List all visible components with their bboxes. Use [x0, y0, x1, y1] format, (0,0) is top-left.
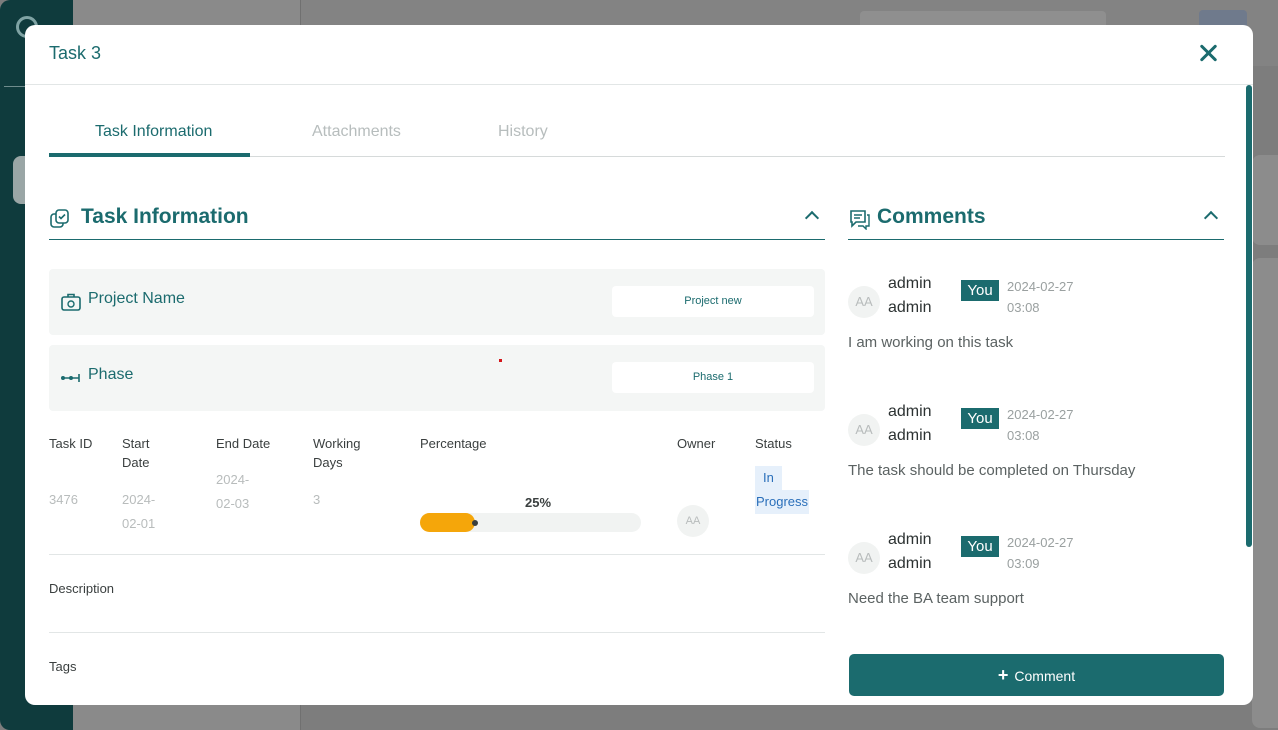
percentage-label: 25% [525, 495, 552, 510]
task-id-value: 3476 [49, 492, 78, 507]
tags-label: Tags [49, 659, 77, 674]
task-information-title: Task Information [81, 205, 249, 228]
divider [49, 632, 825, 633]
tab-history[interactable]: History [498, 123, 548, 141]
working-days-value: 3 [313, 492, 321, 507]
status-text-line2: Progress [755, 490, 810, 514]
avatar: AA [848, 414, 880, 446]
phase-value: Phase 1 [612, 362, 814, 393]
comment-text: I am working on this task [848, 334, 1014, 351]
comment-author: admin admin [888, 403, 932, 444]
col-percentage: Percentage [420, 436, 487, 451]
add-comment-label: Comment [1014, 668, 1076, 684]
scrollbar[interactable] [1246, 85, 1252, 547]
progress-knob [472, 520, 478, 526]
phase-row: Phase Phase 1 [49, 345, 825, 411]
description-label: Description [49, 581, 115, 596]
col-status: Status [755, 436, 792, 451]
phase-icon [61, 374, 80, 382]
col-end-date: End Date [216, 436, 271, 451]
project-name-row: Project Name Project new [49, 269, 825, 335]
active-tab-indicator [49, 153, 250, 157]
col-task-id: Task ID [49, 436, 93, 451]
avatar: AA [848, 542, 880, 574]
comment-item: AA admin admin You 2024-02-27 03:08 The … [848, 403, 1224, 517]
project-name-label: Project Name [88, 290, 185, 307]
tab-bar: Task Information Attachments History [49, 113, 1225, 157]
divider [49, 554, 825, 555]
comment-author: admin admin [888, 531, 932, 572]
comment-item: AA admin admin You 2024-02-27 03:08 I am… [848, 275, 1224, 389]
task-information-header: Task Information [49, 203, 825, 240]
plus-icon: + [997, 665, 1009, 685]
col-owner: Owner [677, 436, 716, 451]
col-working-days: Working Days [313, 436, 361, 470]
comment-timestamp: 2024-02-27 03:08 [1007, 407, 1074, 443]
tab-task-information[interactable]: Task Information [95, 123, 212, 141]
status-text-line1: In [755, 466, 782, 490]
close-icon[interactable] [1199, 43, 1219, 63]
briefcase-icon [61, 293, 81, 311]
add-comment-button[interactable]: + Comment [849, 654, 1224, 696]
collapse-chevron-icon[interactable] [804, 210, 820, 226]
comment-timestamp: 2024-02-27 03:08 [1007, 279, 1074, 315]
owner-avatar: AA [677, 505, 709, 537]
collapse-chevron-icon[interactable] [1203, 210, 1219, 226]
task-info-icon [50, 209, 69, 228]
you-badge: You [961, 536, 999, 557]
comments-icon [850, 210, 870, 230]
comment-text: Need the BA team support [848, 590, 1024, 607]
modal-header: Task 3 [25, 25, 1253, 85]
comments-title: Comments [877, 205, 986, 228]
comments-header: Comments [848, 203, 1224, 240]
progress-bar [420, 513, 641, 532]
avatar: AA [848, 286, 880, 318]
background-card [1252, 258, 1278, 728]
comment-text: The task should be completed on Thursday [848, 462, 1136, 479]
start-date-value: 2024-02-01 [122, 492, 156, 531]
progress-fill [420, 513, 475, 532]
cursor-dot [499, 359, 502, 362]
comment-timestamp: 2024-02-27 03:09 [1007, 535, 1074, 571]
comment-author: admin admin [888, 275, 932, 316]
comment-item: AA admin admin You 2024-02-27 03:09 Need… [848, 531, 1224, 645]
end-date-value: 2024-02-03 [216, 472, 250, 511]
project-name-value: Project new [612, 286, 814, 317]
status-badge: In Progress [755, 466, 820, 514]
phase-label: Phase [88, 366, 134, 383]
background-card [1252, 155, 1278, 245]
you-badge: You [961, 408, 999, 429]
tab-attachments[interactable]: Attachments [312, 123, 401, 141]
task-modal: Task 3 Task Information Attachments Hist… [25, 25, 1253, 705]
col-start-date: Start Date [122, 436, 150, 470]
modal-title: Task 3 [49, 43, 102, 63]
you-badge: You [961, 280, 999, 301]
